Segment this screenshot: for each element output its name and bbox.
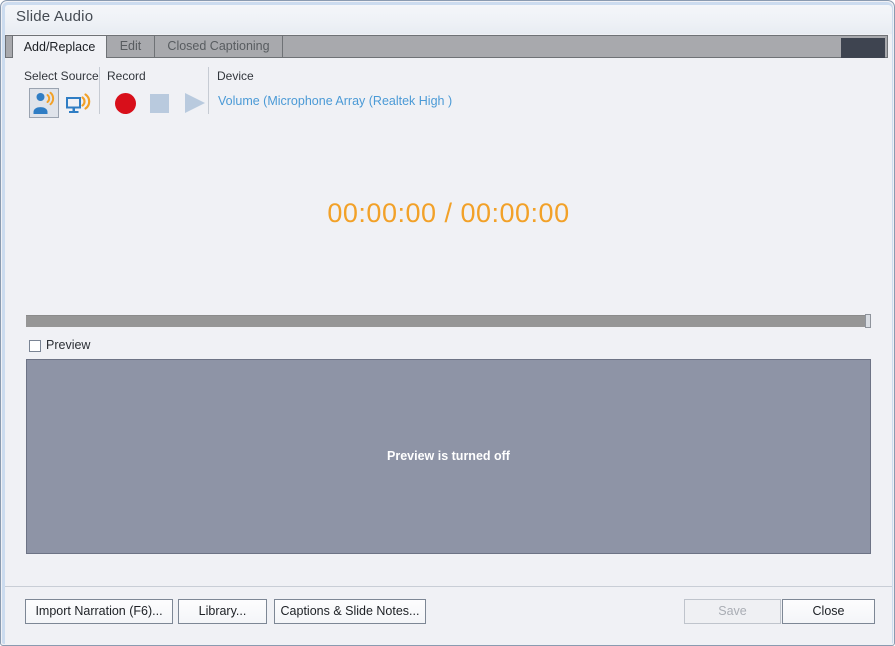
seek-bar-track[interactable] bbox=[26, 315, 871, 327]
device-group-label: Device bbox=[217, 69, 254, 83]
playback-timer: 00:00:00 / 00:00:00 bbox=[327, 198, 570, 228]
tab-strip-end-block bbox=[841, 38, 885, 59]
seek-bar[interactable] bbox=[26, 314, 871, 328]
preview-checkbox-label: Preview bbox=[46, 338, 91, 352]
toolbar-separator-1 bbox=[99, 67, 100, 114]
play-triangle-icon bbox=[185, 93, 205, 113]
tab-strip: Add/Replace Edit Closed Captioning bbox=[5, 34, 892, 59]
record-button[interactable] bbox=[111, 88, 143, 118]
play-button[interactable] bbox=[179, 88, 211, 118]
captions-slide-notes-button[interactable]: Captions & Slide Notes... bbox=[274, 599, 426, 624]
tab-closed-captioning[interactable]: Closed Captioning bbox=[155, 35, 283, 58]
slide-audio-dialog: Slide Audio Add/Replace Edit Closed Capt… bbox=[0, 0, 895, 646]
seek-bar-thumb[interactable] bbox=[865, 314, 871, 328]
record-circle-icon bbox=[115, 93, 136, 114]
record-group-label: Record bbox=[107, 69, 146, 83]
preview-status-message: Preview is turned off bbox=[387, 449, 510, 463]
microphone-source-button[interactable] bbox=[29, 88, 59, 118]
stop-square-icon bbox=[150, 94, 169, 113]
stop-button[interactable] bbox=[145, 88, 177, 118]
page-title: Slide Audio bbox=[16, 8, 94, 25]
preview-panel: Preview is turned off bbox=[26, 359, 871, 554]
dialog-footer: Import Narration (F6)... Library... Capt… bbox=[5, 586, 892, 644]
title-bar: Slide Audio bbox=[5, 5, 892, 34]
tab-edit[interactable]: Edit bbox=[107, 35, 155, 58]
tab-add-replace[interactable]: Add/Replace bbox=[12, 35, 107, 59]
close-button[interactable]: Close bbox=[782, 599, 875, 624]
device-selector-link[interactable]: Volume (Microphone Array (Realtek High ) bbox=[218, 94, 452, 108]
person-audio-icon bbox=[33, 91, 55, 114]
preview-checkbox-box[interactable] bbox=[29, 340, 41, 352]
select-source-group-label: Select Source bbox=[24, 69, 99, 83]
system-audio-source-button[interactable] bbox=[63, 88, 93, 118]
library-button[interactable]: Library... bbox=[178, 599, 267, 624]
main-content: Select Source Record Device Volume (Micr… bbox=[5, 58, 892, 586]
import-narration-button[interactable]: Import Narration (F6)... bbox=[25, 599, 173, 624]
save-button[interactable]: Save bbox=[684, 599, 781, 624]
monitor-audio-icon bbox=[66, 93, 91, 113]
